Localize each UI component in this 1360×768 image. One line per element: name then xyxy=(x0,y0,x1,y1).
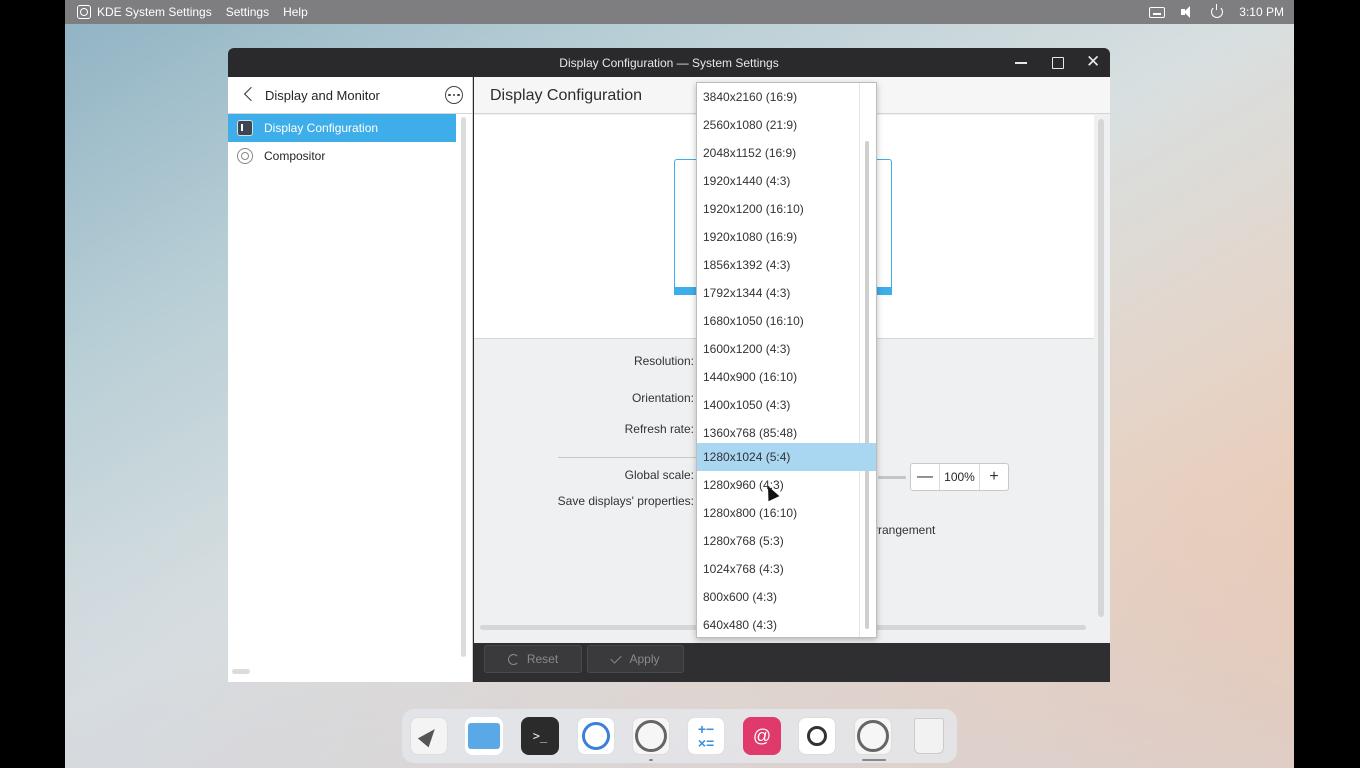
page-title: Display Configuration xyxy=(490,87,643,104)
resolution-option[interactable]: 1280x960 (4:3) xyxy=(697,471,876,499)
compositor-icon xyxy=(237,148,253,164)
scale-increase-button[interactable]: + xyxy=(980,468,1008,486)
dock: >_ +− ×= @ xyxy=(402,709,957,763)
main-vertical-scrollbar[interactable] xyxy=(1098,119,1104,617)
resolution-option[interactable]: 1440x900 (16:10) xyxy=(697,363,876,391)
volume-icon[interactable] xyxy=(1181,6,1195,18)
sidebar-horizontal-scrollbar[interactable] xyxy=(232,669,250,674)
sidebar-scrollbar[interactable] xyxy=(461,117,466,657)
calculator-icon[interactable]: +− ×= xyxy=(687,717,725,755)
sidebar-title: Display and Monitor xyxy=(265,88,380,103)
resolution-option[interactable]: 3840x2160 (16:9) xyxy=(697,83,876,111)
app-menu-title[interactable]: KDE System Settings xyxy=(97,5,212,19)
sidebar: Display and Monitor Display Configuratio… xyxy=(228,77,473,682)
terminal-icon[interactable]: >_ xyxy=(521,717,559,755)
top-panel: KDE System Settings Settings Help 3:10 P… xyxy=(65,0,1294,24)
sidebar-item-label: Compositor xyxy=(264,149,326,163)
resolution-option[interactable]: 1920x1440 (4:3) xyxy=(697,167,876,195)
global-scale-slider[interactable] xyxy=(878,476,906,479)
system-settings-icon xyxy=(77,5,91,19)
keyboard-icon[interactable] xyxy=(1149,6,1166,18)
more-options-icon[interactable] xyxy=(445,86,463,104)
window-titlebar[interactable]: Display Configuration — System Settings … xyxy=(228,48,1110,77)
apply-button-label: Apply xyxy=(629,652,660,666)
sidebar-item-display-configuration[interactable]: Display Configuration xyxy=(228,114,456,142)
resolution-option-highlighted[interactable]: 1280x1024 (5:4) xyxy=(697,443,876,471)
orientation-label: Orientation: xyxy=(631,391,694,405)
resolution-option[interactable]: 2048x1152 (16:9) xyxy=(697,139,876,167)
arrangement-option-label[interactable]: rrangement xyxy=(874,523,935,537)
back-arrow-icon[interactable] xyxy=(243,86,259,102)
global-scale-spinbox[interactable]: — 100% + xyxy=(910,463,1009,491)
menu-help[interactable]: Help xyxy=(283,5,308,19)
power-icon[interactable] xyxy=(1211,4,1224,18)
checkmark-icon xyxy=(610,651,623,664)
apply-button[interactable]: Apply xyxy=(587,645,684,673)
resolution-option[interactable]: 1280x800 (16:10) xyxy=(697,499,876,527)
menu-settings[interactable]: Settings xyxy=(226,5,269,19)
save-properties-label: Save displays' properties: xyxy=(557,494,694,508)
resolution-option[interactable]: 640x480 (4:3) xyxy=(697,611,876,637)
screenshot-icon[interactable] xyxy=(798,717,836,755)
resolution-option[interactable]: 1920x1080 (16:9) xyxy=(697,223,876,251)
browser-icon[interactable] xyxy=(577,717,615,755)
minimize-button[interactable] xyxy=(1014,55,1028,69)
reset-button[interactable]: Reset xyxy=(484,645,582,673)
settings-icon[interactable] xyxy=(632,717,670,755)
sidebar-header: Display and Monitor xyxy=(228,77,472,114)
active-indicator xyxy=(862,759,886,761)
sidebar-item-label: Display Configuration xyxy=(264,121,379,135)
resolution-option[interactable]: 1920x1200 (16:10) xyxy=(697,195,876,223)
debian-icon[interactable]: @ xyxy=(743,717,781,755)
settings-icon[interactable] xyxy=(854,717,892,755)
sidebar-item-compositor[interactable]: Compositor xyxy=(228,142,456,170)
files-icon[interactable] xyxy=(465,717,503,755)
resolution-option[interactable]: 1280x768 (5:3) xyxy=(697,527,876,555)
resolution-option[interactable]: 1856x1392 (4:3) xyxy=(697,251,876,279)
window-title: Display Configuration — System Settings xyxy=(559,56,779,70)
resolution-option[interactable]: 1680x1050 (16:10) xyxy=(697,307,876,335)
display-icon xyxy=(237,120,253,136)
resolution-option[interactable]: 1400x1050 (4:3) xyxy=(697,391,876,419)
resolution-option[interactable]: 2560x1080 (21:9) xyxy=(697,111,876,139)
resolution-dropdown-list[interactable]: 3840x2160 (16:9) 2560x1080 (21:9) 2048x1… xyxy=(696,82,877,638)
scale-value[interactable]: 100% xyxy=(939,464,980,490)
resolution-option[interactable]: 800x600 (4:3) xyxy=(697,583,876,611)
global-scale-label: Global scale: xyxy=(624,468,694,482)
reset-button-label: Reset xyxy=(526,652,559,666)
system-settings-window: Display Configuration — System Settings … xyxy=(228,48,1110,682)
bottom-action-bar: Reset Apply xyxy=(474,643,1110,682)
refresh-rate-label: Refresh rate: xyxy=(624,422,694,436)
clock[interactable]: 3:10 PM xyxy=(1239,5,1284,19)
resolution-option[interactable]: 1024x768 (4:3) xyxy=(697,555,876,583)
launcher-icon[interactable] xyxy=(410,717,448,755)
resolution-option[interactable]: 1792x1344 (4:3) xyxy=(697,279,876,307)
maximize-button[interactable] xyxy=(1050,55,1064,69)
trash-icon[interactable] xyxy=(910,717,948,755)
close-button[interactable]: ✕ xyxy=(1086,53,1100,70)
resolution-option[interactable]: 1600x1200 (4:3) xyxy=(697,335,876,363)
reset-icon xyxy=(507,653,519,665)
running-indicator xyxy=(649,759,653,761)
resolution-label: Resolution: xyxy=(633,354,694,368)
form-separator xyxy=(558,457,698,458)
scale-decrease-button[interactable]: — xyxy=(911,468,939,486)
